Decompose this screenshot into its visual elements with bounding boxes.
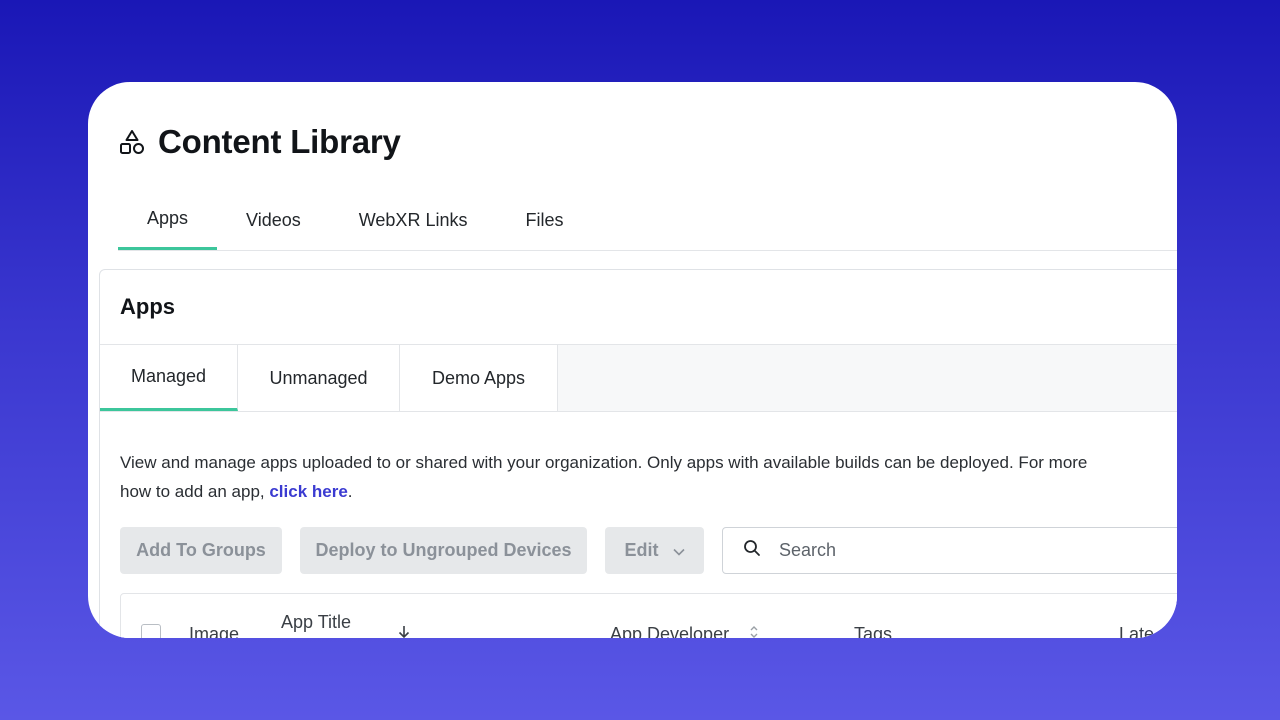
help-link[interactable]: click here [269, 482, 347, 501]
apps-panel: Apps Managed Unmanaged Demo Apps View an… [99, 269, 1177, 638]
apps-table-header: Image App Title App Developer Tags Late [120, 593, 1177, 638]
column-tags: Tags [854, 624, 893, 638]
column-app-developer[interactable]: App Developer [610, 624, 729, 638]
shapes-icon [118, 128, 146, 156]
main-tabs: Apps Videos WebXR Links Files [118, 190, 1177, 251]
search-icon [723, 539, 761, 562]
search-input[interactable] [777, 539, 1161, 562]
tab-apps[interactable]: Apps [118, 190, 218, 250]
select-all-checkbox[interactable] [141, 624, 161, 638]
description-line-2-suffix: . [347, 482, 353, 501]
subtab-managed[interactable]: Managed [100, 345, 238, 411]
subtab-demo-apps[interactable]: Demo Apps [400, 345, 558, 411]
deploy-ungrouped-button[interactable]: Deploy to Ungrouped Devices [300, 527, 587, 574]
column-image: Image [189, 624, 240, 638]
page-title: Content Library [158, 123, 401, 160]
tab-files[interactable]: Files [496, 190, 592, 250]
apps-sub-tabs: Managed Unmanaged Demo Apps [100, 344, 1177, 412]
content-library-window: Content Library Apps Videos WebXR Links … [88, 82, 1177, 638]
tab-webxr-links[interactable]: WebXR Links [330, 190, 497, 250]
sort-toggle-icon[interactable] [749, 624, 759, 638]
column-latest[interactable]: Late [1119, 624, 1154, 638]
page-header: Content Library [118, 120, 401, 164]
subtab-unmanaged[interactable]: Unmanaged [238, 345, 400, 411]
column-app-title[interactable]: App Title [281, 612, 351, 633]
edit-dropdown-button[interactable]: Edit [605, 527, 704, 574]
panel-title: Apps [120, 294, 175, 319]
search-box[interactable] [722, 527, 1177, 574]
description-line-2-prefix: how to add an app, [120, 482, 270, 501]
edit-label: Edit [624, 540, 659, 560]
add-to-groups-button[interactable]: Add To Groups [120, 527, 282, 574]
apps-description: View and manage apps uploaded to or shar… [120, 448, 1177, 506]
sort-descending-icon[interactable] [397, 624, 411, 638]
chevron-down-icon [672, 540, 685, 561]
description-line-1: View and manage apps uploaded to or shar… [120, 453, 1088, 472]
tab-videos[interactable]: Videos [217, 190, 330, 250]
